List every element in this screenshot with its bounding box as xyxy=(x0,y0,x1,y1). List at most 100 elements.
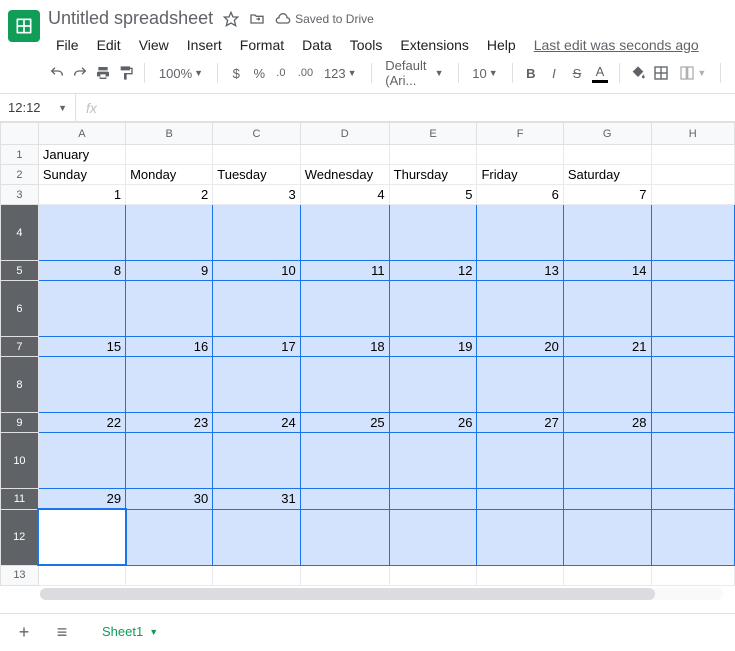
row-header-2[interactable]: 2 xyxy=(1,165,39,185)
cell-B10[interactable] xyxy=(126,433,213,489)
cell-F7[interactable]: 20 xyxy=(477,337,563,357)
cloud-saved[interactable]: Saved to Drive xyxy=(275,11,374,27)
cell-G7[interactable]: 21 xyxy=(563,337,651,357)
borders-button[interactable] xyxy=(652,61,669,85)
cell-G8[interactable] xyxy=(563,357,651,413)
cell-A1[interactable]: January xyxy=(38,145,125,165)
cell-D9[interactable]: 25 xyxy=(300,413,389,433)
cell-B7[interactable]: 16 xyxy=(126,337,213,357)
cell-A6[interactable] xyxy=(38,281,125,337)
cell-B11[interactable]: 30 xyxy=(126,489,213,510)
cell-F1[interactable] xyxy=(477,145,563,165)
menu-extensions[interactable]: Extensions xyxy=(392,33,476,57)
add-sheet-button[interactable]: + xyxy=(12,621,36,645)
cell-C8[interactable] xyxy=(213,357,300,413)
col-header-F[interactable]: F xyxy=(477,123,563,145)
cell-G9[interactable]: 28 xyxy=(563,413,651,433)
cell-H9[interactable] xyxy=(651,413,735,433)
menu-help[interactable]: Help xyxy=(479,33,524,57)
row-header-10[interactable]: 10 xyxy=(1,433,39,489)
more-formats-combo[interactable]: 123▼ xyxy=(320,61,361,85)
col-header-E[interactable]: E xyxy=(389,123,477,145)
increase-decimal-button[interactable]: .00 xyxy=(297,61,314,85)
cell-G11[interactable] xyxy=(563,489,651,510)
cell-H7[interactable] xyxy=(651,337,735,357)
doc-title[interactable]: Untitled spreadsheet xyxy=(48,8,213,29)
row-header-7[interactable]: 7 xyxy=(1,337,39,357)
cell-A4[interactable] xyxy=(38,205,125,261)
cell-B5[interactable]: 9 xyxy=(126,261,213,281)
cell-G10[interactable] xyxy=(563,433,651,489)
row-header-3[interactable]: 3 xyxy=(1,185,39,205)
row-header-1[interactable]: 1 xyxy=(1,145,39,165)
cell-H8[interactable] xyxy=(651,357,735,413)
sheet-menu-icon[interactable]: ▼ xyxy=(149,627,158,637)
cell-F6[interactable] xyxy=(477,281,563,337)
cell-D12[interactable] xyxy=(300,509,389,565)
cell-E3[interactable]: 5 xyxy=(389,185,477,205)
cell-B1[interactable] xyxy=(126,145,213,165)
cell-F2[interactable]: Friday xyxy=(477,165,563,185)
cell-F5[interactable]: 13 xyxy=(477,261,563,281)
cell-D8[interactable] xyxy=(300,357,389,413)
cell-A5[interactable]: 8 xyxy=(38,261,125,281)
grid[interactable]: ABCDEFGH1January2SundayMondayTuesdayWedn… xyxy=(0,122,735,613)
menu-edit[interactable]: Edit xyxy=(89,33,129,57)
cell-F3[interactable]: 6 xyxy=(477,185,563,205)
menu-file[interactable]: File xyxy=(48,33,87,57)
cell-G2[interactable]: Saturday xyxy=(563,165,651,185)
cell-G3[interactable]: 7 xyxy=(563,185,651,205)
cell-C1[interactable] xyxy=(213,145,300,165)
menu-tools[interactable]: Tools xyxy=(342,33,391,57)
star-icon[interactable] xyxy=(223,11,239,27)
name-box[interactable]: 12:12▼ xyxy=(0,94,76,121)
cell-H12[interactable] xyxy=(651,509,735,565)
cell-D10[interactable] xyxy=(300,433,389,489)
cell-C2[interactable]: Tuesday xyxy=(213,165,300,185)
cell-A13[interactable] xyxy=(38,565,125,585)
zoom-combo[interactable]: 100%▼ xyxy=(155,61,207,85)
col-header-B[interactable]: B xyxy=(126,123,213,145)
cell-F13[interactable] xyxy=(477,565,563,585)
row-header-13[interactable]: 13 xyxy=(1,565,39,585)
cell-G1[interactable] xyxy=(563,145,651,165)
formula-input[interactable] xyxy=(107,94,735,121)
col-header-D[interactable]: D xyxy=(300,123,389,145)
last-edit-link[interactable]: Last edit was seconds ago xyxy=(526,33,707,57)
cell-A10[interactable] xyxy=(38,433,125,489)
cell-E4[interactable] xyxy=(389,205,477,261)
cell-F9[interactable]: 27 xyxy=(477,413,563,433)
sheets-logo[interactable] xyxy=(8,10,40,42)
row-header-4[interactable]: 4 xyxy=(1,205,39,261)
move-folder-icon[interactable] xyxy=(249,11,265,27)
cell-B9[interactable]: 23 xyxy=(126,413,213,433)
cell-B13[interactable] xyxy=(126,565,213,585)
cell-A3[interactable]: 1 xyxy=(38,185,125,205)
cell-H3[interactable] xyxy=(651,185,735,205)
all-sheets-button[interactable]: ≡ xyxy=(50,621,74,645)
cell-E5[interactable]: 12 xyxy=(389,261,477,281)
row-header-6[interactable]: 6 xyxy=(1,281,39,337)
currency-button[interactable]: $ xyxy=(228,61,245,85)
cell-C10[interactable] xyxy=(213,433,300,489)
cell-D2[interactable]: Wednesday xyxy=(300,165,389,185)
cell-H10[interactable] xyxy=(651,433,735,489)
col-header-A[interactable]: A xyxy=(38,123,125,145)
cell-B2[interactable]: Monday xyxy=(126,165,213,185)
cell-F8[interactable] xyxy=(477,357,563,413)
cell-E2[interactable]: Thursday xyxy=(389,165,477,185)
cell-E13[interactable] xyxy=(389,565,477,585)
cell-D13[interactable] xyxy=(300,565,389,585)
decrease-decimal-button[interactable]: .0 xyxy=(274,61,291,85)
cell-F12[interactable] xyxy=(477,509,563,565)
cell-C7[interactable]: 17 xyxy=(213,337,300,357)
fill-color-button[interactable] xyxy=(629,61,646,85)
cell-G4[interactable] xyxy=(563,205,651,261)
cell-D5[interactable]: 11 xyxy=(300,261,389,281)
cell-A8[interactable] xyxy=(38,357,125,413)
cell-E1[interactable] xyxy=(389,145,477,165)
cell-A11[interactable]: 29 xyxy=(38,489,125,510)
font-combo[interactable]: Default (Ari...▼ xyxy=(381,61,447,85)
cell-H2[interactable] xyxy=(651,165,735,185)
text-color-button[interactable]: A xyxy=(591,61,608,85)
